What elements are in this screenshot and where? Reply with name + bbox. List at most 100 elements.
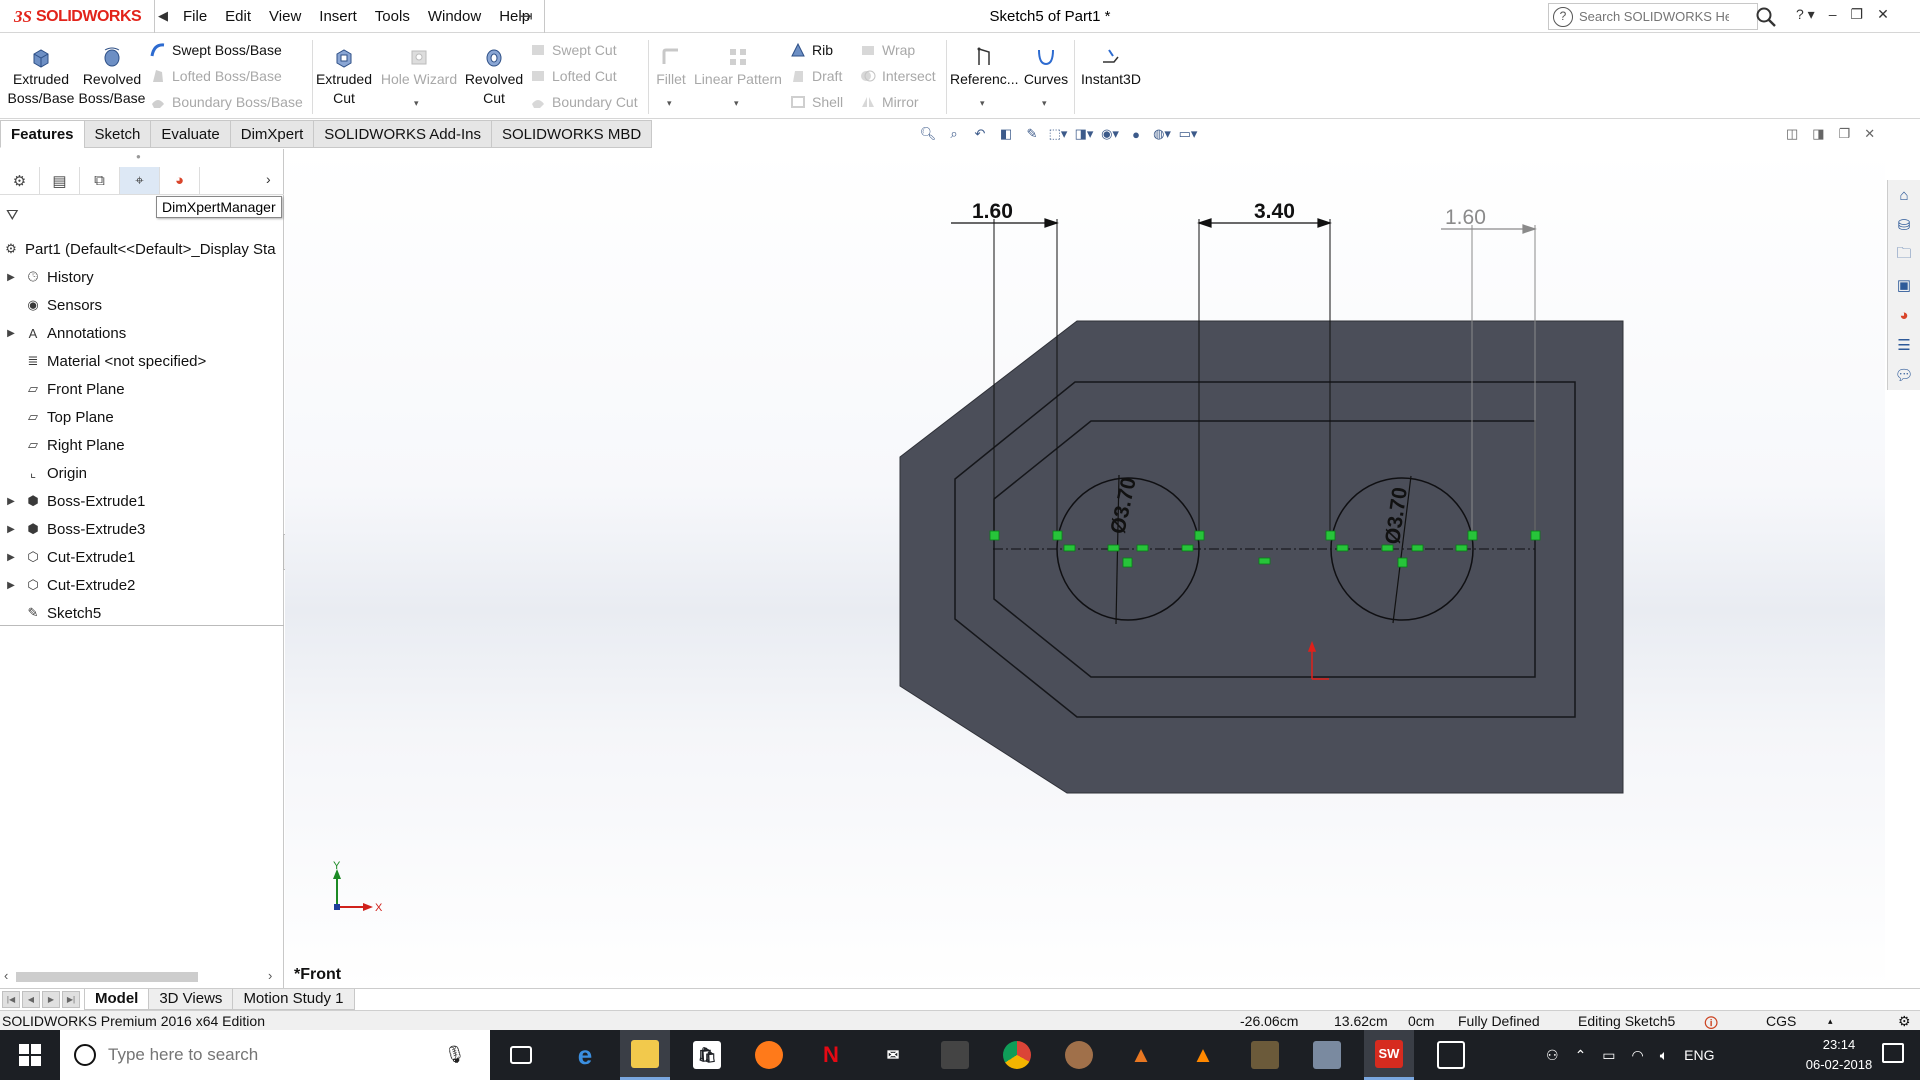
boundary-boss-button[interactable]: Boundary Boss/Base <box>150 94 303 110</box>
volume-icon[interactable]: 🔈︎ <box>1660 1047 1668 1064</box>
tree-node-sketch5[interactable]: ✎ Sketch5 <box>0 599 284 627</box>
swept-boss-button[interactable]: Swept Boss/Base <box>150 42 282 58</box>
start-button[interactable] <box>0 1030 60 1080</box>
model-viewport[interactable]: 1.60 3.40 1.60 Ø3.70 Ø3.70 <box>285 149 1885 988</box>
expand-arrow-icon[interactable]: ▶ <box>4 328 18 339</box>
propertymanager-tab[interactable]: ▤ <box>40 167 80 194</box>
tab-model[interactable]: Model <box>84 989 149 1010</box>
clock[interactable]: 23:14 06-02-2018 <box>1794 1035 1884 1075</box>
view-palette-icon[interactable]: ▣ <box>1888 270 1920 300</box>
help-search-box[interactable]: ? <box>1548 3 1758 30</box>
fillet-dropdown-icon[interactable]: ▾ <box>667 98 672 109</box>
dimxpertmanager-tab[interactable]: ⌖ <box>120 167 160 194</box>
units-selector[interactable]: CGS <box>1766 1013 1796 1029</box>
lofted-cut-button[interactable]: Lofted Cut <box>530 68 617 84</box>
expand-arrow-icon[interactable]: ▶ <box>4 272 18 283</box>
matlab-app[interactable]: ▲ <box>1116 1030 1166 1080</box>
expand-arrow-icon[interactable]: ▶ <box>4 524 18 535</box>
curves-button[interactable]: Curves <box>1020 46 1072 89</box>
solidworks-logo[interactable]: 3S SOLIDWORKS <box>14 5 142 29</box>
task-view-button[interactable] <box>496 1030 546 1080</box>
custom-properties-icon[interactable]: ☰ <box>1888 330 1920 360</box>
filter-icon[interactable]: ⛛ <box>6 207 19 224</box>
netflix-app[interactable]: N <box>806 1030 856 1080</box>
tab-evaluate[interactable]: Evaluate <box>150 120 230 148</box>
shell-button[interactable]: Shell <box>790 94 843 110</box>
taskbar-search[interactable]: 🎙︎ <box>60 1030 490 1080</box>
tab-dimxpert[interactable]: DimXpert <box>229 120 314 148</box>
units-dropdown-icon[interactable]: ▴ <box>1828 1016 1833 1027</box>
extruded-cut-button[interactable]: Extruded Cut <box>313 46 375 108</box>
firefox-app[interactable] <box>744 1030 794 1080</box>
solidworks-app[interactable]: SW <box>1364 1030 1414 1080</box>
tree-node-cut-extrude2[interactable]: ▶ ⬡ Cut-Extrude2 <box>0 571 284 599</box>
hide-show-items-icon[interactable]: ◉▾ <box>1100 124 1120 144</box>
dimension-right-offset[interactable]: 1.60 <box>1445 206 1486 229</box>
close-icon[interactable]: ✕ <box>1877 6 1889 23</box>
apply-scene-icon[interactable]: ◍▾ <box>1152 124 1172 144</box>
action-center-icon[interactable] <box>1882 1043 1904 1063</box>
curves-dropdown-icon[interactable]: ▾ <box>1042 98 1047 109</box>
swept-cut-button[interactable]: Swept Cut <box>530 42 617 58</box>
tree-node-origin[interactable]: ⌞ Origin <box>0 459 284 487</box>
tree-node-history[interactable]: ▶ 🕒︎ History <box>0 263 284 291</box>
configurationmanager-tab[interactable]: ⧉ <box>80 167 120 194</box>
forum-icon[interactable]: 💬︎ <box>1888 360 1920 390</box>
help-dropdown-icon[interactable]: ? ▾ <box>1796 6 1815 23</box>
tab-features[interactable]: Features <box>0 120 84 148</box>
part-face[interactable] <box>899 320 1624 794</box>
intersect-button[interactable]: Intersect <box>860 68 936 84</box>
zoom-area-icon[interactable]: ⌕ <box>944 124 964 144</box>
tree-node-material[interactable]: ≣ Material <not specified> <box>0 347 284 375</box>
viewport-close-icon[interactable]: ✕ <box>1864 126 1875 142</box>
last-tab-icon[interactable]: ▶| <box>62 991 80 1008</box>
expand-arrow-icon[interactable]: ▶ <box>4 552 18 563</box>
vlc-app[interactable]: ▲ <box>1178 1030 1228 1080</box>
microphone-icon[interactable]: 🎙︎ <box>444 1045 466 1065</box>
tree-node-top[interactable]: ▱ Top Plane <box>0 403 284 431</box>
scrollbar-thumb[interactable] <box>16 972 198 982</box>
tile-left-icon[interactable]: ◫ <box>1786 126 1798 142</box>
mail-app[interactable]: ✉ <box>868 1030 918 1080</box>
featuremanager-tab[interactable]: ⚙ <box>0 167 40 194</box>
dimension-center-distance[interactable]: 3.40 <box>1254 200 1295 223</box>
expand-arrow-icon[interactable]: ▶ <box>4 580 18 591</box>
wrap-button[interactable]: Wrap <box>860 42 915 58</box>
expand-arrow-icon[interactable]: ▶ <box>4 496 18 507</box>
menu-file[interactable]: File <box>174 8 216 25</box>
scroll-right-icon[interactable]: › <box>268 968 272 983</box>
hole-wizard-button[interactable]: Hole Wizard <box>380 46 458 89</box>
lofted-boss-button[interactable]: Lofted Boss/Base <box>150 68 282 84</box>
display-style-icon[interactable]: ◨▾ <box>1074 124 1094 144</box>
rib-button[interactable]: Rib <box>790 42 833 58</box>
horizontal-scrollbar[interactable]: ‹ › <box>0 967 284 985</box>
tree-node-right[interactable]: ▱ Right Plane <box>0 431 284 459</box>
chrome-app[interactable] <box>992 1030 1042 1080</box>
app-unknown-1[interactable] <box>1054 1030 1104 1080</box>
first-tab-icon[interactable]: |◀ <box>2 991 20 1008</box>
panel-grip-icon[interactable]: ● <box>136 152 141 161</box>
menu-window[interactable]: Window <box>419 8 490 25</box>
restore-icon[interactable]: ❐ <box>1851 6 1864 23</box>
search-button[interactable] <box>1752 3 1780 30</box>
app-unknown-2[interactable] <box>1240 1030 1290 1080</box>
linear-pattern-dropdown-icon[interactable]: ▾ <box>734 98 739 109</box>
customize-status-icon[interactable]: ⚙ <box>1898 1013 1911 1030</box>
tree-node-boss-extrude1[interactable]: ▶ ⬢ Boss-Extrude1 <box>0 487 284 515</box>
design-library-icon[interactable]: ⛁ <box>1888 210 1920 240</box>
appearances-icon[interactable]: ◕ <box>1888 300 1920 330</box>
menu-tools[interactable]: Tools <box>366 8 419 25</box>
solidworks-resources-icon[interactable]: ⌂ <box>1888 180 1920 210</box>
people-icon[interactable]: ⚇ <box>1546 1047 1559 1064</box>
draft-button[interactable]: Draft <box>790 68 842 84</box>
view-orientation-icon[interactable]: ⬚▾ <box>1048 124 1068 144</box>
tab-sketch[interactable]: Sketch <box>83 120 151 148</box>
file-explorer-app[interactable] <box>620 1030 670 1080</box>
store-app[interactable]: 🛍︎ <box>682 1030 732 1080</box>
scroll-left-icon[interactable]: ‹ <box>4 968 8 983</box>
language-indicator[interactable]: ENG <box>1684 1047 1714 1063</box>
tree-node-cut-extrude1[interactable]: ▶ ⬡ Cut-Extrude1 <box>0 543 284 571</box>
photos-app[interactable] <box>1426 1030 1476 1080</box>
dimension-left-offset[interactable]: 1.60 <box>972 200 1013 223</box>
help-search-input[interactable] <box>1579 9 1729 24</box>
